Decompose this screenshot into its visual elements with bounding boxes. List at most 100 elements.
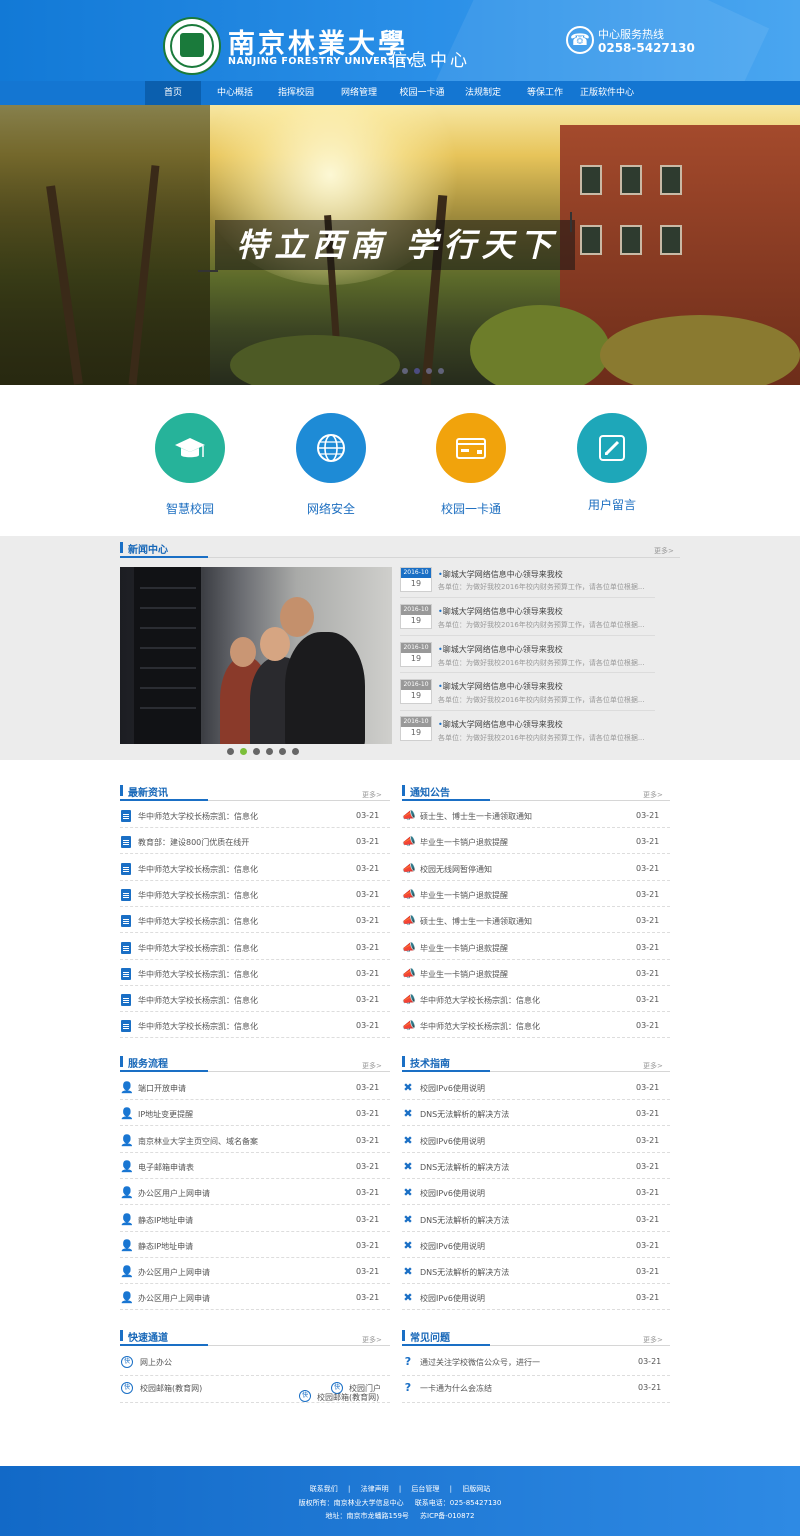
quick-link-label[interactable]: 校园邮箱(教育网) — [140, 1383, 202, 1394]
news-title[interactable]: •聊城大学网络信息中心领导来我校 — [438, 644, 563, 655]
footer-link-admin[interactable]: 后台管理 — [411, 1485, 439, 1493]
list-item-text[interactable]: DNS无法解析的解决方法 — [420, 1162, 509, 1173]
list-item-text[interactable]: 静态IP地址申请 — [138, 1241, 193, 1252]
user-icon: 👤 — [120, 1212, 134, 1226]
list-item-text[interactable]: 硕士生、博士生一卡通领取通知 — [420, 916, 532, 927]
nav-item-network[interactable]: 网络管理 — [330, 81, 388, 105]
tools-icon: ✖ — [403, 1291, 413, 1305]
slider-dot[interactable] — [253, 748, 260, 755]
list-item-date: 03-21 — [356, 1021, 380, 1031]
card-icon[interactable] — [436, 413, 506, 483]
news-title[interactable]: •聊城大学网络信息中心领导来我校 — [438, 606, 563, 617]
list-item-text[interactable]: 校园IPv6使用说明 — [420, 1241, 485, 1252]
news-day: 19 — [410, 616, 422, 625]
nav-item-overview[interactable]: 中心概括 — [206, 81, 264, 105]
news-center-more-link[interactable]: 更多> — [654, 546, 674, 556]
list-item-text[interactable]: 校园IPv6使用说明 — [420, 1188, 485, 1199]
slider-dot[interactable] — [266, 748, 273, 755]
banner-dot-active[interactable] — [414, 368, 420, 374]
quick-links-more-link[interactable]: 更多> — [362, 1335, 382, 1345]
list-item-text[interactable]: 毕业生一卡销户退款提醒 — [420, 890, 508, 901]
list-item-text[interactable]: 华中师范大学校长杨宗凯：信息化 — [420, 995, 540, 1006]
list-item-text[interactable]: 华中师范大学校长杨宗凯：信息化 — [138, 1021, 258, 1032]
phone-icon: ☎ — [566, 26, 594, 54]
slider-dot[interactable] — [279, 748, 286, 755]
list-item-text[interactable]: 华中师范大学校长杨宗凯：信息化 — [138, 811, 258, 822]
list-item-text[interactable]: 校园IPv6使用说明 — [420, 1136, 485, 1147]
list-item-text[interactable]: 校园IPv6使用说明 — [420, 1293, 485, 1304]
quick-links-title: 快速通道 — [128, 1333, 168, 1344]
megaphone-icon: 📣 — [402, 966, 416, 980]
list-item-text[interactable]: 毕业生一卡销户退款提醒 — [420, 943, 508, 954]
service-label[interactable]: 校园一卡通 — [421, 500, 521, 517]
slider-dot[interactable] — [292, 748, 299, 755]
list-item-text[interactable]: 硕士生、博士生一卡通领取通知 — [420, 811, 532, 822]
list-item-text[interactable]: DNS无法解析的解决方法 — [420, 1109, 509, 1120]
list-item-text[interactable]: 华中师范大学校长杨宗凯：信息化 — [420, 1021, 540, 1032]
faq-text[interactable]: 一卡通为什么会冻结 — [420, 1383, 492, 1394]
list-item-text[interactable]: 华中师范大学校长杨宗凯：信息化 — [138, 943, 258, 954]
slider-dot-active[interactable] — [240, 748, 247, 755]
list-item-text[interactable]: 华中师范大学校长杨宗凯：信息化 — [138, 890, 258, 901]
list-item-text[interactable]: 端口开放申请 — [138, 1083, 186, 1094]
faq-text[interactable]: 通过关注学校微信公众号，进行一 — [420, 1357, 540, 1368]
list-item-text[interactable]: 毕业生一卡销户退款提醒 — [420, 969, 508, 980]
news-photo[interactable] — [120, 567, 392, 744]
service-label[interactable]: 用户留言 — [562, 496, 662, 513]
list-item-text[interactable]: IP地址变更提醒 — [138, 1109, 193, 1120]
banner-dot[interactable] — [438, 368, 444, 374]
nav-item-security-level[interactable]: 等保工作 — [516, 81, 574, 105]
list-item-text[interactable]: 毕业生一卡销户退款提醒 — [420, 837, 508, 848]
globe-icon[interactable] — [296, 413, 366, 483]
nav-item-card[interactable]: 校园一卡通 — [392, 81, 452, 105]
list-item-text[interactable]: 电子邮箱申请表 — [138, 1162, 194, 1173]
list-item-text[interactable]: 校园IPv6使用说明 — [420, 1083, 485, 1094]
nav-item-campus[interactable]: 指挥校园 — [266, 81, 326, 105]
footer-link-legal[interactable]: 法律声明 — [361, 1485, 389, 1493]
list-item-text[interactable]: 华中师范大学校长杨宗凯：信息化 — [138, 969, 258, 980]
list-item-text[interactable]: 华中师范大学校长杨宗凯：信息化 — [138, 995, 258, 1006]
tools-icon: ✖ — [403, 1159, 413, 1173]
list-item-text[interactable]: 办公区用户上网申请 — [138, 1188, 210, 1199]
footer-separator: | — [347, 1485, 351, 1493]
banner-dot[interactable] — [402, 368, 408, 374]
graduation-cap-icon[interactable] — [155, 413, 225, 483]
list-item-text[interactable]: DNS无法解析的解决方法 — [420, 1215, 509, 1226]
banner-dot[interactable] — [426, 368, 432, 374]
nav-item-home[interactable]: 首页 — [145, 81, 201, 105]
news-title[interactable]: •聊城大学网络信息中心领导来我校 — [438, 569, 563, 580]
news-title[interactable]: •聊城大学网络信息中心领导来我校 — [438, 681, 563, 692]
service-label[interactable]: 网络安全 — [281, 500, 381, 517]
list-item-text[interactable]: 静态IP地址申请 — [138, 1215, 193, 1226]
service-label[interactable]: 智慧校园 — [140, 500, 240, 517]
news-title[interactable]: •聊城大学网络信息中心领导来我校 — [438, 719, 563, 730]
edit-icon[interactable] — [577, 413, 647, 483]
list-item-date: 03-21 — [356, 1240, 380, 1250]
list-item-text[interactable]: 教育部：建设800门优质在线开 — [138, 837, 249, 848]
footer-link-contact[interactable]: 联系我们 — [310, 1485, 338, 1493]
service-process-more-link[interactable]: 更多> — [362, 1061, 382, 1071]
latest-news-more-link[interactable]: 更多> — [362, 790, 382, 800]
footer-link-old-site[interactable]: 旧版网站 — [462, 1485, 490, 1493]
list-item-date: 03-21 — [356, 889, 380, 899]
list-item-text[interactable]: 校园无线网暂停通知 — [420, 864, 492, 875]
quick-link-badge-icon: 快 — [121, 1356, 133, 1368]
nav-item-software[interactable]: 正版软件中心 — [578, 81, 636, 105]
list-item-text[interactable]: 办公区用户上网申请 — [138, 1267, 210, 1278]
list-item-text[interactable]: 华中师范大学校长杨宗凯：信息化 — [138, 864, 258, 875]
list-item-date: 03-21 — [636, 1135, 660, 1145]
news-year: 2016-10 — [401, 605, 431, 615]
list-item-text[interactable]: 办公区用户上网申请 — [138, 1293, 210, 1304]
list-item-text[interactable]: 华中师范大学校长杨宗凯：信息化 — [138, 916, 258, 927]
list-item-text[interactable]: 南京林业大学主页空间、域名备案 — [138, 1136, 258, 1147]
quick-link-label[interactable]: 网上办公 — [140, 1357, 172, 1368]
faq-more-link[interactable]: 更多> — [643, 1335, 663, 1345]
nav-item-regulations[interactable]: 法规制定 — [455, 81, 511, 105]
notices-more-link[interactable]: 更多> — [643, 790, 663, 800]
slider-dot[interactable] — [227, 748, 234, 755]
list-item-date: 03-21 — [356, 811, 380, 820]
tech-guide-more-link[interactable]: 更多> — [643, 1061, 663, 1071]
university-seal-icon[interactable] — [163, 17, 221, 75]
document-icon — [121, 1020, 131, 1033]
list-item-text[interactable]: DNS无法解析的解决方法 — [420, 1267, 509, 1278]
